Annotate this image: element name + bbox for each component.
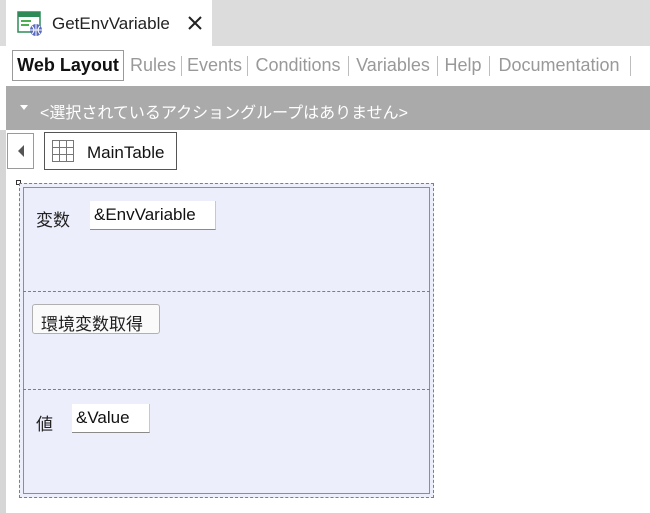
- tab-separator: [181, 56, 182, 76]
- tab-events[interactable]: Events: [185, 50, 244, 81]
- tab-web-layout[interactable]: Web Layout: [12, 50, 124, 81]
- document-tab-title: GetEnvVariable: [52, 14, 170, 33]
- web-layout-designer: GetEnvVariable Web Layout Rules Events C…: [0, 0, 650, 513]
- caret-down-icon[interactable]: [20, 105, 28, 110]
- table-grid-icon: [52, 140, 74, 162]
- get-env-variable-button[interactable]: 環境変数取得: [32, 304, 160, 334]
- tab-help[interactable]: Help: [441, 50, 485, 81]
- tab-separator: [348, 56, 349, 76]
- left-edge-panel: [0, 130, 6, 513]
- tab-separator: [630, 56, 631, 76]
- env-variable-label: 変数: [36, 211, 70, 230]
- tab-separator: [489, 56, 490, 76]
- main-table[interactable]: 変数 &EnvVariable 環境変数取得 値 &Value: [19, 183, 434, 498]
- close-icon[interactable]: [182, 10, 208, 36]
- tab-separator: [247, 56, 248, 76]
- breadcrumb-back-button[interactable]: [7, 133, 34, 169]
- tab-conditions[interactable]: Conditions: [251, 50, 345, 81]
- main-table-frame: [23, 187, 430, 494]
- webpanel-icon: [17, 11, 42, 36]
- row-divider: [23, 291, 430, 292]
- tab-rules[interactable]: Rules: [128, 50, 178, 81]
- tab-separator: [437, 56, 438, 76]
- action-group-text: <選択されているアクショングループはありません>: [40, 105, 408, 122]
- designer-tabs: Web Layout Rules Events Conditions Varia…: [0, 46, 650, 86]
- env-variable-field[interactable]: &EnvVariable: [90, 201, 216, 230]
- chevron-left-icon: [17, 145, 24, 157]
- tab-variables[interactable]: Variables: [352, 50, 434, 81]
- document-tab[interactable]: GetEnvVariable: [6, 0, 212, 46]
- row-divider: [23, 389, 430, 390]
- breadcrumb-label: MainTable: [87, 143, 165, 162]
- value-label: 値: [36, 415, 53, 434]
- value-field[interactable]: &Value: [72, 404, 150, 433]
- document-tab-strip: GetEnvVariable: [0, 0, 650, 46]
- breadcrumb-maintable[interactable]: MainTable: [44, 132, 177, 170]
- action-group-bar[interactable]: <選択されているアクショングループはありません>: [6, 86, 650, 130]
- tab-documentation[interactable]: Documentation: [493, 50, 625, 81]
